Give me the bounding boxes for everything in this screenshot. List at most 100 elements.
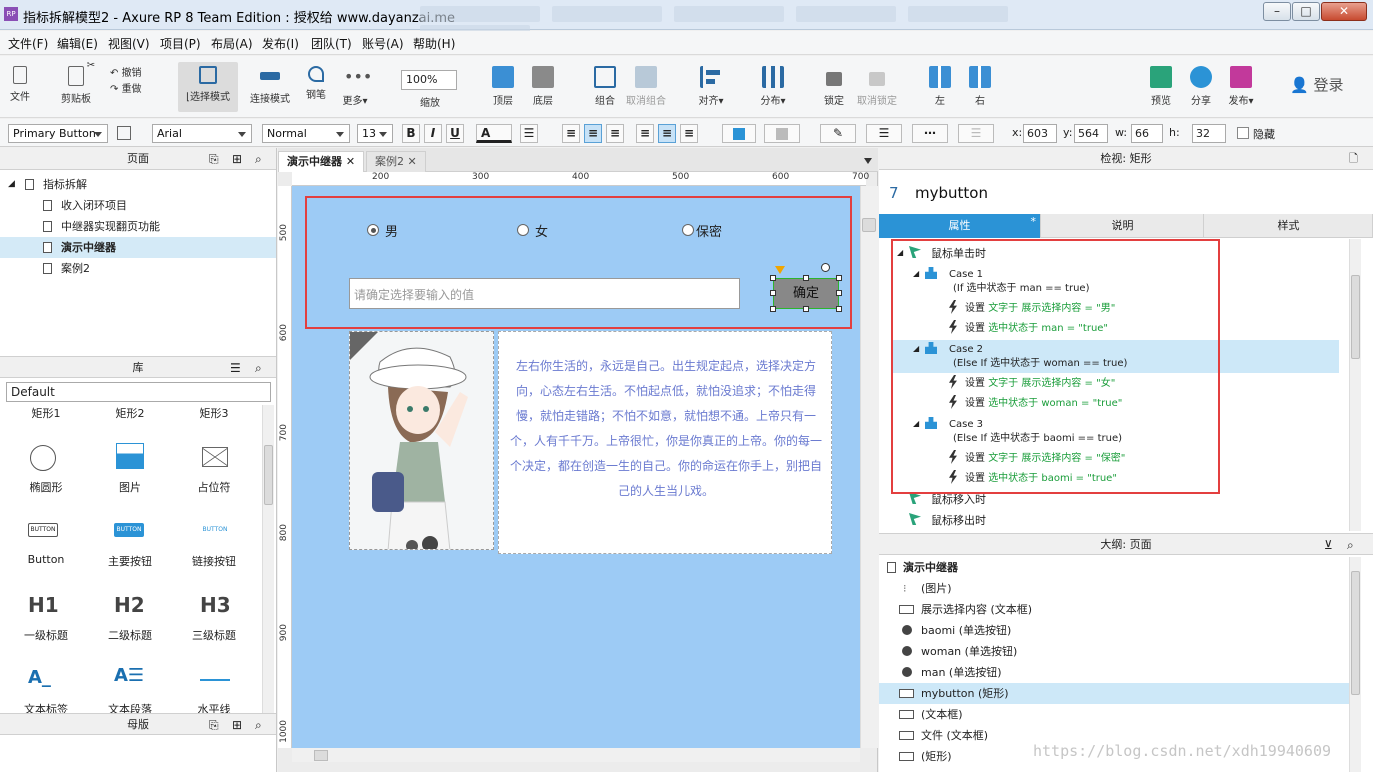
canvas-vertical-scrollbar[interactable]	[860, 186, 878, 748]
line-color-icon[interactable]: ✎	[820, 124, 856, 143]
menu-icon[interactable]: ☰	[230, 357, 241, 379]
ungroup-tool[interactable]: 取消组合	[626, 62, 666, 107]
widget-rect1[interactable]: 矩形1	[6, 405, 86, 421]
bold-button[interactable]: B	[402, 124, 420, 143]
tab-dropdown-icon[interactable]	[864, 158, 872, 164]
hidden-checkbox[interactable]	[1237, 127, 1249, 139]
notes-icon[interactable]: 🗋	[1349, 148, 1358, 170]
tab-style[interactable]: 样式	[1205, 214, 1373, 238]
fill-color-icon[interactable]	[722, 124, 756, 143]
menu-project[interactable]: 项目(P)	[160, 35, 201, 52]
widget-image[interactable]: 图片	[90, 479, 170, 495]
menu-file[interactable]: 文件(F)	[8, 35, 48, 52]
poem-text[interactable]: 左右你生活的，永远是自己。出生规定起点，选择决定方向，心态左右生活。不怕起点低，…	[498, 331, 832, 554]
select-mode-tool[interactable]: ⌊选择模式	[178, 62, 238, 112]
page-item[interactable]: 收入闭环项目	[0, 195, 276, 216]
widget-link-button[interactable]: 链接按钮	[174, 553, 254, 569]
widget-text-label[interactable]: 文本标签	[6, 701, 86, 713]
cut-icon[interactable]: ✂	[84, 60, 98, 71]
widget-h2[interactable]: 二级标题	[90, 627, 170, 643]
font-select[interactable]: Arial	[152, 124, 252, 143]
outline-item-mybutton[interactable]: mybutton (矩形)	[879, 683, 1349, 704]
connect-mode-tool[interactable]: 连接模式	[248, 62, 292, 105]
widget-primary-button[interactable]: 主要按钮	[90, 553, 170, 569]
shadow-icon[interactable]	[764, 124, 800, 143]
search-icon[interactable]: ⌕	[255, 357, 262, 379]
outline-root[interactable]: 演示中继器	[879, 557, 1349, 578]
widget-name-field[interactable]: mybutton	[915, 184, 988, 202]
dock-left-tool[interactable]: 左	[928, 62, 952, 107]
align-right-icon[interactable]: ≡	[606, 124, 624, 143]
widget-placeholder[interactable]: 占位符	[174, 479, 254, 495]
size-select[interactable]: 13	[357, 124, 393, 143]
menu-publish[interactable]: 发布(I)	[262, 35, 299, 52]
widget-ellipse[interactable]: 椭圆形	[6, 479, 86, 495]
add-master-icon[interactable]: ⎘	[209, 714, 219, 736]
widget-h1[interactable]: 一级标题	[6, 627, 86, 643]
inspector-scrollbar[interactable]	[1349, 239, 1361, 531]
preview-tool[interactable]: 预览	[1148, 62, 1174, 107]
collapse-arrow-icon[interactable]: ◢	[8, 174, 15, 195]
menu-help[interactable]: 帮助(H)	[413, 35, 455, 52]
search-icon[interactable]: ⌕	[255, 714, 262, 736]
valign-top-icon[interactable]: ≡	[636, 124, 654, 143]
publish-tool[interactable]: 发布▾	[1226, 62, 1256, 107]
outline-item-textbox[interactable]: 展示选择内容 (文本框)	[879, 599, 1349, 620]
y-field[interactable]: 564	[1074, 124, 1108, 143]
underline-button[interactable]: U	[446, 124, 464, 143]
file-tool[interactable]: 文件	[6, 62, 34, 103]
menu-view[interactable]: 视图(V)	[108, 35, 150, 52]
library-select[interactable]: Default	[6, 382, 271, 402]
close-tab-icon[interactable]: ✕	[408, 155, 417, 168]
add-page-icon[interactable]: ⎘	[209, 148, 219, 170]
h-field[interactable]: 32	[1192, 124, 1226, 143]
valign-bottom-icon[interactable]: ≡	[680, 124, 698, 143]
align-center-icon[interactable]: ≡	[584, 124, 602, 143]
line-width-icon[interactable]: ☰	[866, 124, 902, 143]
unlock-tool[interactable]: 取消锁定	[856, 62, 898, 107]
design-stage[interactable]: 男 女 保密 请确定选择要输入的值 确定 左右你生活的，永远是自己。出生规定起点…	[292, 186, 860, 748]
page-item-root[interactable]: ◢ 指标拆解	[0, 174, 276, 195]
tab-demo-repeater[interactable]: 演示中继器 ✕	[278, 151, 365, 172]
tab-case2[interactable]: 案例2 ✕	[366, 151, 426, 172]
arrow-style-icon[interactable]: ☰	[958, 124, 994, 143]
text-color-button[interactable]: A	[476, 124, 512, 143]
outline-item-radio-man[interactable]: man (单选按钮)	[879, 662, 1349, 683]
bring-top-tool[interactable]: 顶层	[488, 62, 518, 107]
tab-properties[interactable]: 属性 *	[879, 214, 1041, 238]
search-icon[interactable]: ⌕	[255, 148, 262, 170]
zoom-select[interactable]: 100%	[401, 70, 457, 90]
menu-team[interactable]: 团队(T)	[311, 35, 352, 52]
outline-scrollbar[interactable]	[1349, 557, 1361, 772]
style-select[interactable]: Primary Button	[8, 124, 108, 143]
outline-item-radio-woman[interactable]: woman (单选按钮)	[879, 641, 1349, 662]
add-folder-icon[interactable]: ⊞	[232, 148, 242, 170]
minimize-button[interactable]: –	[1263, 2, 1291, 21]
outline-item-textbox[interactable]: (文本框)	[879, 704, 1349, 725]
align-left-icon[interactable]: ≡	[562, 124, 580, 143]
add-folder-icon[interactable]: ⊞	[232, 714, 242, 736]
undo-button[interactable]: ↶ 撤销	[110, 64, 152, 79]
canvas-horizontal-scrollbar[interactable]	[292, 748, 860, 762]
distribute-tool[interactable]: 分布▾	[756, 62, 790, 107]
italic-button[interactable]: I	[424, 124, 442, 143]
maximize-button[interactable]: □	[1292, 2, 1320, 21]
widget-hline[interactable]: 水平线	[174, 701, 254, 713]
menu-account[interactable]: 账号(A)	[362, 35, 404, 52]
menu-layout[interactable]: 布局(A)	[211, 35, 253, 52]
x-field[interactable]: 603	[1023, 124, 1057, 143]
menu-edit[interactable]: 编辑(E)	[57, 35, 98, 52]
widget-rect2[interactable]: 矩形2	[90, 405, 170, 421]
outline-item-radio-baomi[interactable]: baomi (单选按钮)	[879, 620, 1349, 641]
w-field[interactable]: 66	[1131, 124, 1163, 143]
library-scrollbar[interactable]	[262, 405, 274, 713]
outline-item-image[interactable]: ⁝ (图片)	[879, 578, 1349, 599]
widget-button[interactable]: Button	[6, 553, 86, 566]
search-icon[interactable]: ⌕	[1347, 534, 1354, 556]
line-style-icon[interactable]: ⋯	[912, 124, 948, 143]
event-mouseenter[interactable]: 鼠标移入时	[931, 493, 986, 507]
anime-girl-image[interactable]	[349, 331, 494, 550]
dock-right-tool[interactable]: 右	[968, 62, 992, 107]
send-bottom-tool[interactable]: 底层	[528, 62, 558, 107]
lock-tool[interactable]: 锁定	[820, 62, 848, 107]
